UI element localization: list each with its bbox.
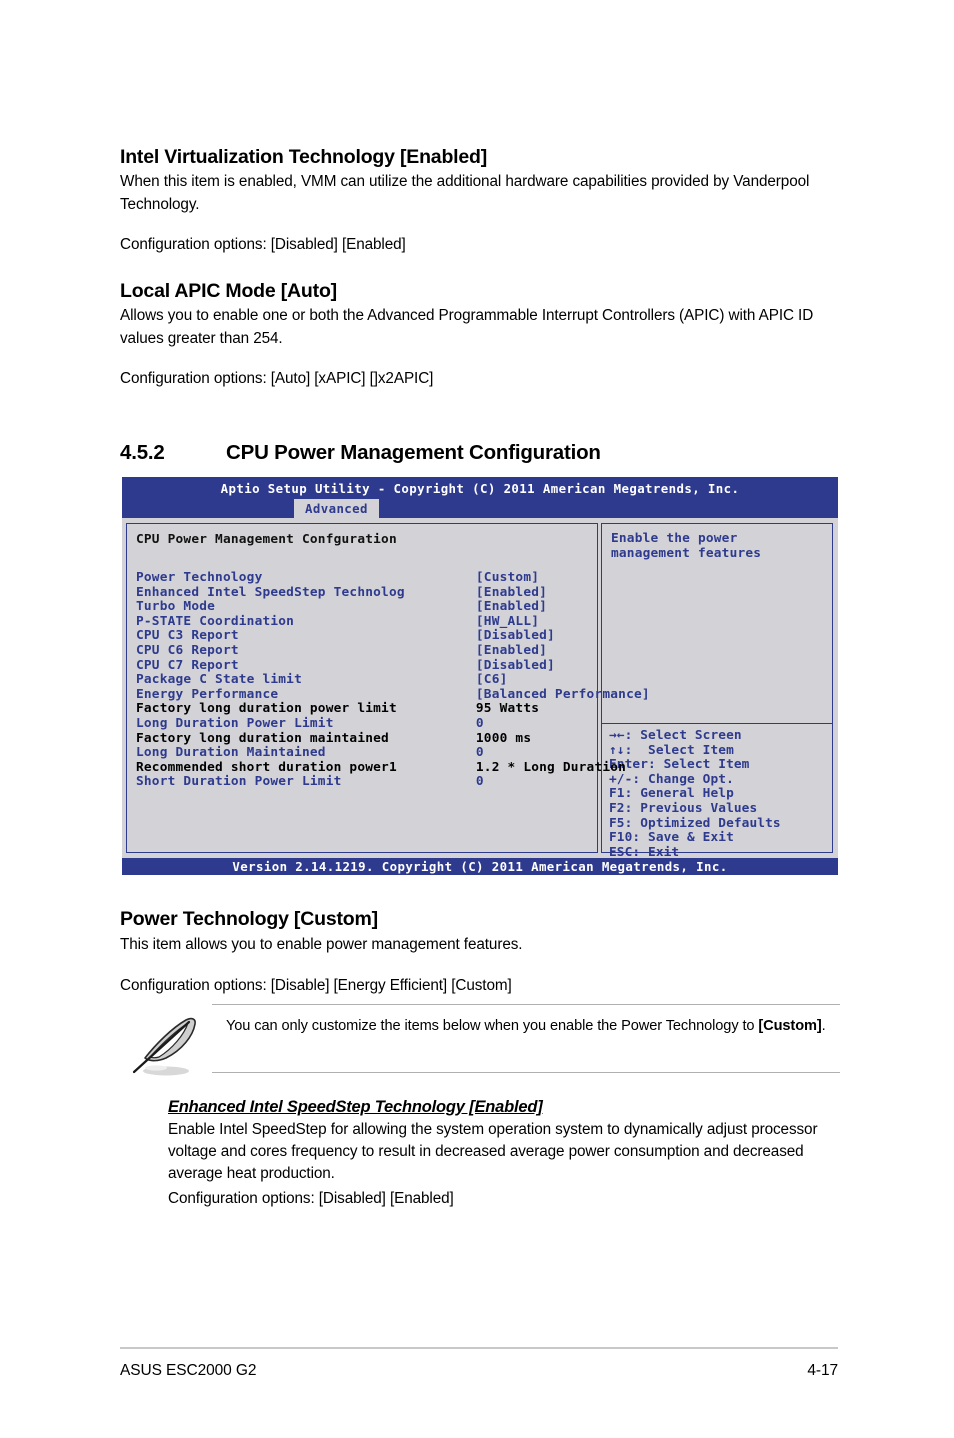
note-divider-bottom xyxy=(212,1072,840,1073)
bios-tab-advanced[interactable]: Advanced xyxy=(294,499,379,518)
footer-divider xyxy=(120,1347,838,1349)
bios-setting-row[interactable]: Long Duration Maintained 0 xyxy=(136,746,589,761)
manual-page: Intel Virtualization Technology [Enabled… xyxy=(0,0,954,1438)
bios-nav-key: F5: Optimized Defaults xyxy=(609,815,781,831)
bios-setting-label: Factory long duration power limit xyxy=(136,701,476,717)
bios-setting-value[interactable]: [Balanced Performance] xyxy=(476,687,650,703)
bios-setting-row[interactable]: Energy Performance [Balanced Performance… xyxy=(136,686,650,703)
body-intel-virtualization: When this item is enabled, VMM can utili… xyxy=(120,173,810,213)
bios-setting-value: 1.2 * Long Duration xyxy=(475,759,627,775)
bios-setting-value[interactable]: [Enabled] xyxy=(476,600,547,615)
bios-nav-key: F2: Previous Values xyxy=(609,800,758,816)
body-local-apic-mode: Allows you to enable one or both the Adv… xyxy=(120,307,814,347)
body-speedstep: Enable Intel SpeedStep for allowing the … xyxy=(168,1121,818,1183)
bios-setting-row[interactable]: CPU C7 Report [Disabled] xyxy=(136,657,589,674)
bios-setting-value[interactable]: [Enabled] xyxy=(476,643,547,659)
heading-power-technology: Power Technology [Custom] xyxy=(120,908,378,930)
page-footer: ASUS ESC2000 G2 4-17 xyxy=(120,1362,838,1380)
bios-setting-row[interactable]: CPU C6 Report [Enabled] xyxy=(136,642,589,659)
bios-setting-value[interactable]: [Custom] xyxy=(476,570,539,586)
note-text-before: You can only customize the items below w… xyxy=(226,1018,759,1034)
bios-setting-row[interactable]: Package C State limit [C6] xyxy=(136,673,589,688)
bios-setting-value[interactable]: [C6] xyxy=(476,673,508,688)
note-divider-top xyxy=(212,1004,840,1005)
section-local-apic-mode: Local APIC Mode [Auto] Allows you to ena… xyxy=(120,280,832,390)
bios-setting-row[interactable]: Power Technology [Custom] xyxy=(136,570,589,586)
footer-page-number: 4-17 xyxy=(807,1362,838,1379)
options-speedstep: Configuration options: [Disabled] [Enabl… xyxy=(168,1189,454,1207)
bios-setting-value[interactable]: 0 xyxy=(476,746,484,761)
bios-setting-value[interactable]: [HW_ALL] xyxy=(476,614,539,630)
section-number-heading: 4.5.2 CPU Power Management Configuration xyxy=(120,441,840,465)
bios-setup-screenshot: Aptio Setup Utility - Copyright (C) 2011… xyxy=(122,477,838,875)
bios-setting-label: P-STATE Coordination xyxy=(136,613,476,629)
bios-setting-row[interactable]: Enhanced Intel SpeedStep Technolog [Enab… xyxy=(136,584,589,601)
options-power-technology: Configuration options: [Disable] [Energy… xyxy=(120,976,512,994)
bios-nav-key: +/-: Change Opt. xyxy=(609,771,734,787)
bios-panel-title: CPU Power Management Confguration xyxy=(136,532,397,547)
section-title: CPU Power Management Configuration xyxy=(226,441,601,464)
bios-nav-key: F1: General Help xyxy=(609,786,734,802)
bios-setting-row: Factory long duration maintained 1000 ms xyxy=(136,730,589,747)
bios-nav-key: ↑↓: Select Item xyxy=(609,742,734,758)
note-text-bold: [Custom] xyxy=(758,1018,822,1034)
bios-setting-label: Long Duration Maintained xyxy=(136,745,476,761)
heading-local-apic-mode: Local APIC Mode [Auto] xyxy=(120,280,337,302)
bios-setting-row[interactable]: CPU C3 Report [Disabled] xyxy=(136,629,589,644)
bios-nav-key: →←: Select Screen xyxy=(609,728,742,743)
section-number: 4.5.2 xyxy=(120,441,165,464)
bios-setting-row[interactable]: Turbo Mode [Enabled] xyxy=(136,600,589,615)
section-power-technology: Power Technology [Custom] This item allo… xyxy=(120,908,840,997)
bios-setting-value: 1000 ms xyxy=(475,730,532,746)
bios-setting-label: CPU C3 Report xyxy=(136,628,476,644)
bios-setting-label: Package C State limit xyxy=(136,672,476,688)
bios-setting-row: Recommended short duration power1 1.2 * … xyxy=(136,759,626,776)
bios-setting-label: Enhanced Intel SpeedStep Technolog xyxy=(136,584,476,600)
bios-setting-label: Short Duration Power Limit xyxy=(136,774,476,790)
bios-titlebar: Aptio Setup Utility - Copyright (C) 2011… xyxy=(122,477,838,499)
bios-setting-row[interactable]: P-STATE Coordination [HW_ALL] xyxy=(136,613,589,630)
footer-product-name: ASUS ESC2000 G2 xyxy=(120,1362,257,1379)
bios-help-text: Enable the power management features xyxy=(611,531,762,561)
bios-setting-value: 95 Watts xyxy=(475,701,540,717)
bios-setting-value[interactable]: [Disabled] xyxy=(476,629,555,644)
bios-setting-label: Power Technology xyxy=(136,570,476,585)
bios-navigation-keys: →←: Select Screen ↑↓: Select Item Enter: S… xyxy=(602,723,832,864)
bios-setting-label: Turbo Mode xyxy=(136,599,476,615)
options-local-apic-mode: Configuration options: [Auto] [xAPIC] []… xyxy=(120,369,434,387)
bios-setting-row: Factory long duration power limit 95 Wat… xyxy=(136,702,589,717)
bios-setting-label: CPU C7 Report xyxy=(136,657,476,673)
bios-setting-label: Factory long duration maintained xyxy=(136,730,476,746)
heading-intel-virtualization: Intel Virtualization Technology [Enabled… xyxy=(120,146,488,168)
bios-setting-label: CPU C6 Report xyxy=(136,642,476,658)
quill-pen-icon xyxy=(126,1008,206,1080)
note-text-after: . xyxy=(821,1018,826,1034)
bios-setting-value[interactable]: [Enabled] xyxy=(476,585,547,601)
bios-setting-row[interactable]: Short Duration Power Limit 0 xyxy=(136,775,589,790)
bios-nav-key: F10: Save & Exit xyxy=(609,830,734,846)
note-callout: You can only customize the items below w… xyxy=(122,1000,840,1078)
bios-setting-value[interactable]: 0 xyxy=(476,775,484,790)
bios-setting-label: Long Duration Power Limit xyxy=(136,715,476,731)
bios-menubar: Advanced xyxy=(122,499,838,518)
bios-nav-key: Enter: Select Item xyxy=(609,757,750,773)
bios-setting-value[interactable]: [Disabled] xyxy=(476,658,555,674)
section-intel-virtualization: Intel Virtualization Technology [Enabled… xyxy=(120,146,826,256)
bios-setting-label: Recommended short duration power1 xyxy=(136,759,476,775)
body-power-technology: This item allows you to enable power man… xyxy=(120,936,523,954)
heading-speedstep: Enhanced Intel SpeedStep Technology [Ena… xyxy=(168,1098,543,1116)
bios-settings-panel: CPU Power Management Confguration Power … xyxy=(126,523,650,853)
note-text: You can only customize the items below w… xyxy=(226,1016,826,1038)
bios-setting-label: Energy Performance xyxy=(136,686,476,702)
section-speedstep: Enhanced Intel SpeedStep Technology [Ena… xyxy=(168,1098,838,1210)
bios-setting-row[interactable]: Long Duration Power Limit 0 xyxy=(136,715,589,732)
bios-settings-list: Power Technology [Custom] Enhanced Intel … xyxy=(136,570,650,790)
options-intel-virtualization: Configuration options: [Disabled] [Enabl… xyxy=(120,235,406,253)
bios-body: CPU Power Management Confguration Power … xyxy=(122,518,838,859)
bios-setting-value[interactable]: 0 xyxy=(476,716,484,732)
